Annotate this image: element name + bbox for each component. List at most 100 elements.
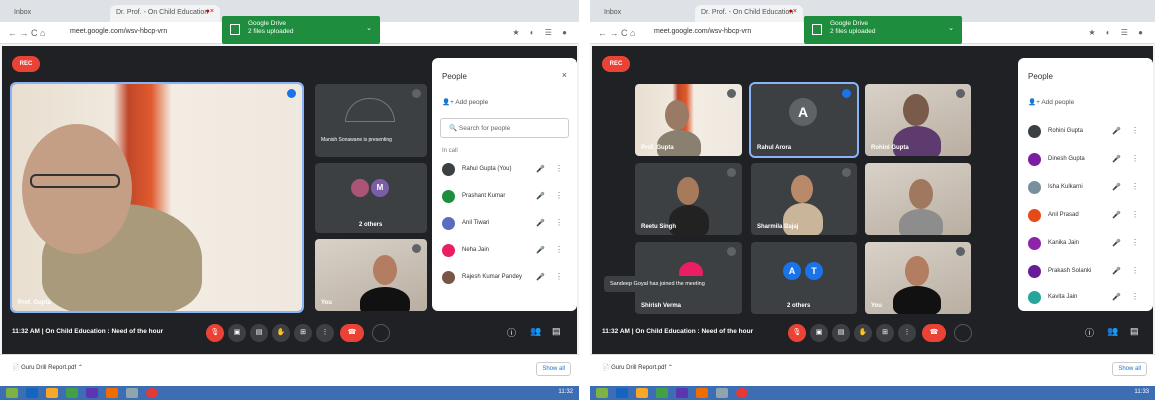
video-tile[interactable]: A Rahul Arora bbox=[749, 82, 859, 158]
video-tile[interactable]: Reetu Singh bbox=[635, 163, 742, 235]
download-item[interactable]: 📄 Guru Drill Report.pdf ⌃ bbox=[602, 364, 673, 371]
list-item[interactable]: Dinesh Gupta 🎤 ⋮ bbox=[1026, 150, 1145, 170]
folder-icon[interactable] bbox=[636, 388, 648, 398]
show-all-button[interactable]: Show all bbox=[1112, 362, 1147, 376]
chrome-icon[interactable] bbox=[736, 388, 748, 398]
close-icon[interactable]: ●× bbox=[789, 8, 797, 15]
self-video-tile[interactable]: You bbox=[865, 242, 971, 314]
people-icon[interactable]: 👥 bbox=[1107, 326, 1118, 337]
list-item[interactable]: Neha Jain 🎤 ⋮ bbox=[440, 241, 569, 261]
search-input[interactable]: 🔍 Search for people bbox=[440, 118, 569, 138]
browser-icons[interactable]: ★ ◐ ☰ ● bbox=[512, 28, 571, 37]
app-icon[interactable] bbox=[106, 388, 118, 398]
more-icon[interactable]: ⋮ bbox=[1131, 266, 1139, 275]
video-tile[interactable]: Rohini Gupta bbox=[865, 84, 971, 156]
more-options-button[interactable]: ⋮ bbox=[898, 324, 916, 342]
more-icon[interactable]: ⋮ bbox=[1131, 238, 1139, 247]
more-icon[interactable]: ⋮ bbox=[555, 218, 563, 227]
leave-call-button[interactable]: ☎ bbox=[922, 324, 946, 342]
mic-icon[interactable]: 🎤 bbox=[536, 165, 545, 173]
more-icon[interactable]: ⋮ bbox=[1131, 210, 1139, 219]
mic-icon[interactable]: 🎤 bbox=[536, 219, 545, 227]
drive-notification[interactable]: Google Drive 2 files uploaded ⌄ bbox=[804, 16, 962, 44]
more-icon[interactable]: ⋮ bbox=[1131, 292, 1139, 301]
more-icon[interactable]: ⋮ bbox=[555, 164, 563, 173]
app-icon[interactable] bbox=[66, 388, 78, 398]
add-people-button[interactable]: 👤+ Add people bbox=[1028, 98, 1074, 106]
tab-meet[interactable]: Dr. Prof. - On Child Education ●× bbox=[695, 5, 803, 22]
leave-call-button[interactable]: ☎ bbox=[340, 324, 364, 342]
more-icon[interactable]: ⋮ bbox=[555, 191, 563, 200]
more-icon[interactable]: ⋮ bbox=[555, 272, 563, 281]
back-forward-icon[interactable]: ← → C ⌂ bbox=[8, 28, 45, 38]
drive-notification[interactable]: Google Drive 2 files uploaded ⌄ bbox=[222, 16, 380, 44]
mic-icon[interactable]: 🎤 bbox=[1112, 127, 1121, 135]
app-icon[interactable] bbox=[656, 388, 668, 398]
add-people-button[interactable]: 👤+ Add people bbox=[442, 98, 488, 106]
chevron-down-icon[interactable]: ⌄ bbox=[948, 25, 954, 33]
more-icon[interactable]: ⋮ bbox=[555, 245, 563, 254]
list-item[interactable]: Prashant Kumar 🎤 ⋮ bbox=[440, 187, 569, 207]
app-icon[interactable] bbox=[676, 388, 688, 398]
app-icon[interactable] bbox=[616, 388, 628, 398]
tab-meet[interactable]: Dr. Prof. - On Child Education ●× bbox=[110, 5, 220, 22]
mic-icon[interactable]: 🎤 bbox=[1112, 155, 1121, 163]
others-tile[interactable]: A T 2 others bbox=[751, 242, 857, 314]
more-icon[interactable]: ⋮ bbox=[1131, 154, 1139, 163]
mic-off-button[interactable]: 🎙 bbox=[206, 324, 224, 342]
close-icon[interactable]: × bbox=[562, 70, 567, 80]
list-item[interactable]: Prakash Solanki 🎤 ⋮ bbox=[1026, 262, 1145, 282]
download-item[interactable]: 📄 Guru Drill Report.pdf ⌃ bbox=[12, 364, 83, 371]
mic-icon[interactable]: 🎤 bbox=[1112, 183, 1121, 191]
more-icon[interactable]: ⋮ bbox=[1131, 182, 1139, 191]
list-item[interactable]: Anil Tiwari 🎤 ⋮ bbox=[440, 214, 569, 234]
mic-icon[interactable]: 🎤 bbox=[1112, 293, 1121, 301]
extra-button[interactable] bbox=[372, 324, 390, 342]
app-icon[interactable] bbox=[126, 388, 138, 398]
info-icon[interactable]: ⓘ bbox=[1085, 326, 1094, 339]
present-button[interactable]: ⊞ bbox=[876, 324, 894, 342]
chat-icon[interactable]: ▤ bbox=[1130, 326, 1139, 337]
browser-icons[interactable]: ★ ◐ ☰ ● bbox=[1088, 28, 1147, 37]
folder-icon[interactable] bbox=[46, 388, 58, 398]
close-icon[interactable]: ●× bbox=[206, 8, 214, 15]
chrome-icon[interactable] bbox=[146, 388, 158, 398]
show-all-button[interactable]: Show all bbox=[536, 362, 571, 376]
chat-icon[interactable]: ▤ bbox=[552, 326, 561, 337]
mic-icon[interactable]: 🎤 bbox=[1112, 239, 1121, 247]
list-item[interactable]: Anil Prasad 🎤 ⋮ bbox=[1026, 206, 1145, 226]
hand-button[interactable]: ✋ bbox=[272, 324, 290, 342]
others-tile[interactable]: M 2 others bbox=[315, 163, 427, 233]
mic-icon[interactable]: 🎤 bbox=[1112, 267, 1121, 275]
mic-icon[interactable]: 🎤 bbox=[536, 246, 545, 254]
self-video-tile[interactable]: You bbox=[315, 239, 427, 311]
video-tile[interactable] bbox=[865, 163, 971, 235]
app-icon[interactable] bbox=[716, 388, 728, 398]
list-item[interactable]: Kavita Jain 🎤 ⋮ bbox=[1026, 288, 1145, 308]
mic-icon[interactable]: 🎤 bbox=[536, 192, 545, 200]
camera-button[interactable]: ▣ bbox=[228, 324, 246, 342]
video-tile[interactable]: Prof. Gupta bbox=[635, 84, 742, 156]
list-item[interactable]: Rahul Gupta (You) 🎤 ⋮ bbox=[440, 160, 569, 180]
video-tile[interactable]: Sharmila Bajaj bbox=[751, 163, 857, 235]
app-icon[interactable] bbox=[86, 388, 98, 398]
camera-button[interactable]: ▣ bbox=[810, 324, 828, 342]
app-icon[interactable] bbox=[26, 388, 38, 398]
list-item[interactable]: Isha Kulkarni 🎤 ⋮ bbox=[1026, 178, 1145, 198]
list-item[interactable]: Rajesh Kumar Pandey 🎤 ⋮ bbox=[440, 268, 569, 288]
list-item[interactable]: Rohini Gupta 🎤 ⋮ bbox=[1026, 122, 1145, 142]
mic-icon[interactable]: 🎤 bbox=[1112, 211, 1121, 219]
more-icon[interactable]: ⋮ bbox=[1131, 126, 1139, 135]
more-options-button[interactable]: ⋮ bbox=[316, 324, 334, 342]
screen-share-tile[interactable]: Manish Sonawane is presenting bbox=[315, 84, 427, 157]
chevron-down-icon[interactable]: ⌄ bbox=[366, 25, 372, 33]
main-video-tile[interactable]: Prof. Gupta bbox=[10, 82, 304, 313]
info-icon[interactable]: ⓘ bbox=[507, 326, 516, 339]
list-item[interactable]: Kanika Jain 🎤 ⋮ bbox=[1026, 234, 1145, 254]
captions-button[interactable]: ▤ bbox=[832, 324, 850, 342]
tab-inbox[interactable]: Inbox bbox=[8, 5, 96, 22]
url-text[interactable]: meet.google.com/wsv-hbcp-vrn bbox=[70, 28, 167, 35]
mic-icon[interactable]: 🎤 bbox=[536, 273, 545, 281]
mic-off-button[interactable]: 🎙 bbox=[788, 324, 806, 342]
back-forward-icon[interactable]: ← → C ⌂ bbox=[598, 28, 635, 38]
